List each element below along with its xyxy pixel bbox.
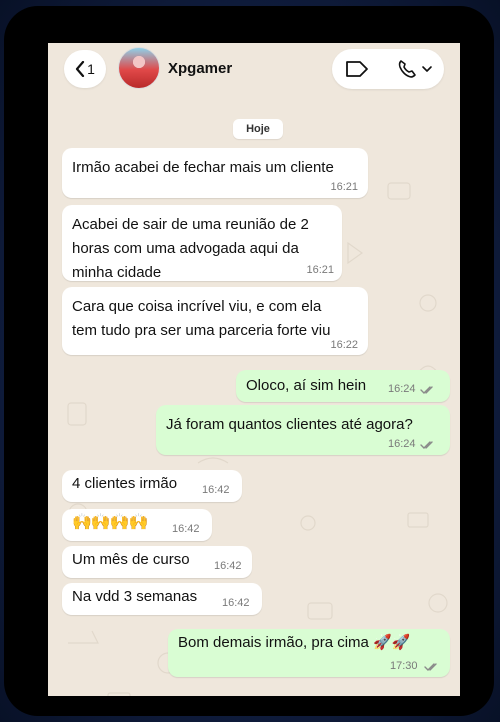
message-text: 4 clientes irmão: [72, 475, 178, 492]
message-text: 🙌🙌🙌🙌: [72, 514, 149, 531]
message-time: 16:21: [330, 181, 358, 193]
message-bubble-incoming[interactable]: Acabei de sair de uma reunião de 2 horas…: [62, 205, 342, 281]
message-time: 16:24: [388, 383, 416, 395]
message-bubble-outgoing[interactable]: Bom demais irmão, pra cima 🚀🚀 17:30: [168, 629, 450, 677]
chevron-left-icon: [75, 61, 85, 77]
message-time: 16:24: [388, 438, 416, 450]
contact-name[interactable]: Xpgamer: [168, 60, 232, 77]
message-text: Um mês de curso: [72, 551, 190, 568]
message-bubble-incoming[interactable]: 4 clientes irmão 16:42: [62, 470, 242, 502]
message-bubble-outgoing[interactable]: Oloco, aí sim hein 16:24: [236, 370, 450, 402]
message-bubble-incoming[interactable]: Na vdd 3 semanas 16:42: [62, 583, 262, 615]
message-bubble-outgoing[interactable]: Já foram quantos clientes até agora? 16:…: [156, 405, 450, 455]
chat-screen: 1 Xpgamer Hoje Irmão acabei de fechar ma…: [48, 43, 460, 696]
message-text: Oloco, aí sim hein: [246, 377, 367, 394]
chat-header: 1 Xpgamer: [48, 43, 460, 99]
message-text: Cara que coisa incrível viu, e com ela t…: [72, 298, 331, 339]
message-time: 16:42: [214, 560, 242, 572]
read-ticks-icon: [424, 663, 437, 671]
message-text: Na vdd 3 semanas: [72, 588, 198, 605]
message-time: 16:42: [202, 484, 230, 496]
message-bubble-incoming[interactable]: Irmão acabei de fechar mais um cliente 1…: [62, 148, 368, 198]
phone-call-icon[interactable]: [396, 58, 436, 80]
read-ticks-icon: [420, 386, 433, 394]
date-separator: Hoje: [233, 119, 283, 139]
avatar[interactable]: [118, 47, 160, 89]
header-actions: [332, 49, 444, 89]
unread-count: 1: [87, 61, 95, 77]
message-text: Acabei de sair de uma reunião de 2 horas…: [72, 216, 309, 281]
back-button[interactable]: 1: [64, 50, 106, 88]
message-bubble-incoming[interactable]: 🙌🙌🙌🙌 16:42: [62, 509, 212, 541]
message-text: Irmão acabei de fechar mais um cliente: [72, 159, 334, 176]
message-time: 16:42: [172, 523, 200, 535]
message-time: 16:42: [222, 597, 250, 609]
message-time: 16:21: [306, 264, 334, 276]
phone-frame: 1 Xpgamer Hoje Irmão acabei de fechar ma…: [4, 6, 494, 716]
label-tag-icon[interactable]: [344, 59, 370, 79]
message-bubble-incoming[interactable]: Um mês de curso 16:42: [62, 546, 252, 578]
message-text: Bom demais irmão, pra cima 🚀🚀: [178, 634, 411, 651]
read-ticks-icon: [420, 441, 433, 449]
message-time: 17:30: [390, 660, 418, 672]
message-text: Já foram quantos clientes até agora?: [166, 416, 413, 433]
message-bubble-incoming[interactable]: Cara que coisa incrível viu, e com ela t…: [62, 287, 368, 355]
message-time: 16:22: [330, 339, 358, 351]
